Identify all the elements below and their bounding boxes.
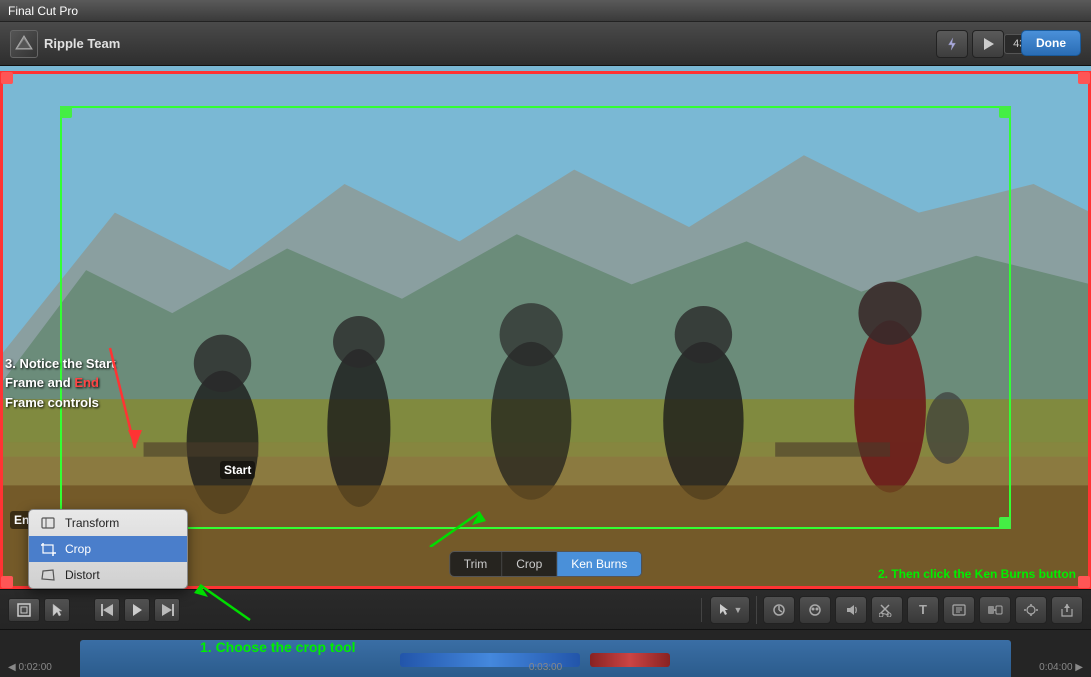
menu-item-transform-label: Transform: [65, 516, 119, 530]
tab-trim[interactable]: Trim: [450, 552, 503, 576]
play-button[interactable]: [972, 30, 1004, 58]
team-name: Ripple Team: [44, 36, 120, 51]
time-marker-end: 0:04:00 ▶: [1039, 662, 1083, 673]
gen-tool-btn[interactable]: [943, 596, 975, 624]
crop-icon: [39, 542, 57, 556]
lightning-button[interactable]: [936, 30, 968, 58]
color-tool-btn[interactable]: [799, 596, 831, 624]
distort-icon: [39, 568, 57, 582]
step2-annotation: 2. Then click the Ken Burns button: [878, 567, 1076, 581]
select-tool[interactable]: ▼: [710, 596, 750, 624]
step1-annotation: 1. Choose the crop tool: [200, 639, 356, 655]
menu-item-distort[interactable]: Distort: [29, 562, 187, 588]
effect-tool-btn[interactable]: [1015, 596, 1047, 624]
timeline-area: ◀ 0:02:00 0:03:00 0:04:00 ▶: [0, 630, 1091, 677]
retiming-tool-btn[interactable]: [763, 596, 795, 624]
text-tool-btn[interactable]: T: [907, 596, 939, 624]
cursor-button[interactable]: [44, 598, 70, 622]
time-marker-middle: 0:03:00: [529, 662, 562, 673]
step1-text: 1. Choose the crop tool: [200, 639, 356, 655]
playback-controls: ▼: [0, 590, 1091, 630]
play-pause-button[interactable]: [124, 598, 150, 622]
annotation-step3-text: 3. Notice the StartFrame and EndFrame co…: [5, 356, 116, 410]
go-to-end-button[interactable]: [154, 598, 180, 622]
transform-mode-button[interactable]: [8, 598, 40, 622]
time-marker-start: ◀ 0:02:00: [8, 662, 52, 673]
transition-tool-btn[interactable]: [979, 596, 1011, 624]
app-title: Final Cut Pro: [8, 4, 78, 18]
done-button[interactable]: Done: [1021, 30, 1081, 56]
menu-item-distort-label: Distort: [65, 568, 100, 582]
go-to-start-button[interactable]: [94, 598, 120, 622]
audio-tool-btn[interactable]: [835, 596, 867, 624]
separator-1: [756, 596, 757, 624]
audio-bar-red: [590, 653, 670, 667]
start-label: Start: [220, 461, 255, 479]
transform-icon: [39, 516, 57, 530]
context-menu: Transform Crop Distort: [28, 509, 188, 589]
menu-item-transform[interactable]: Transform: [29, 510, 187, 536]
top-toolbar: Ripple Team 43% ▼ Done: [0, 22, 1091, 66]
share-tool-btn[interactable]: [1051, 596, 1083, 624]
toolbar-logo: [10, 30, 38, 58]
timeline[interactable]: ◀ 0:02:00 0:03:00 0:04:00 ▶: [0, 630, 1091, 677]
menu-item-crop[interactable]: Crop: [29, 536, 187, 562]
tab-crop[interactable]: Crop: [502, 552, 557, 576]
crop-tabs: Trim Crop Ken Burns: [449, 551, 643, 577]
bottom-bar: ▼: [0, 589, 1091, 677]
tab-ken-burns[interactable]: Ken Burns: [557, 552, 641, 576]
annotation-end-red: End: [74, 375, 99, 390]
cut-tool-btn[interactable]: [871, 596, 903, 624]
annotation-step3: 3. Notice the StartFrame and EndFrame co…: [5, 354, 116, 413]
titlebar: Final Cut Pro: [0, 0, 1091, 22]
menu-item-crop-label: Crop: [65, 542, 91, 556]
